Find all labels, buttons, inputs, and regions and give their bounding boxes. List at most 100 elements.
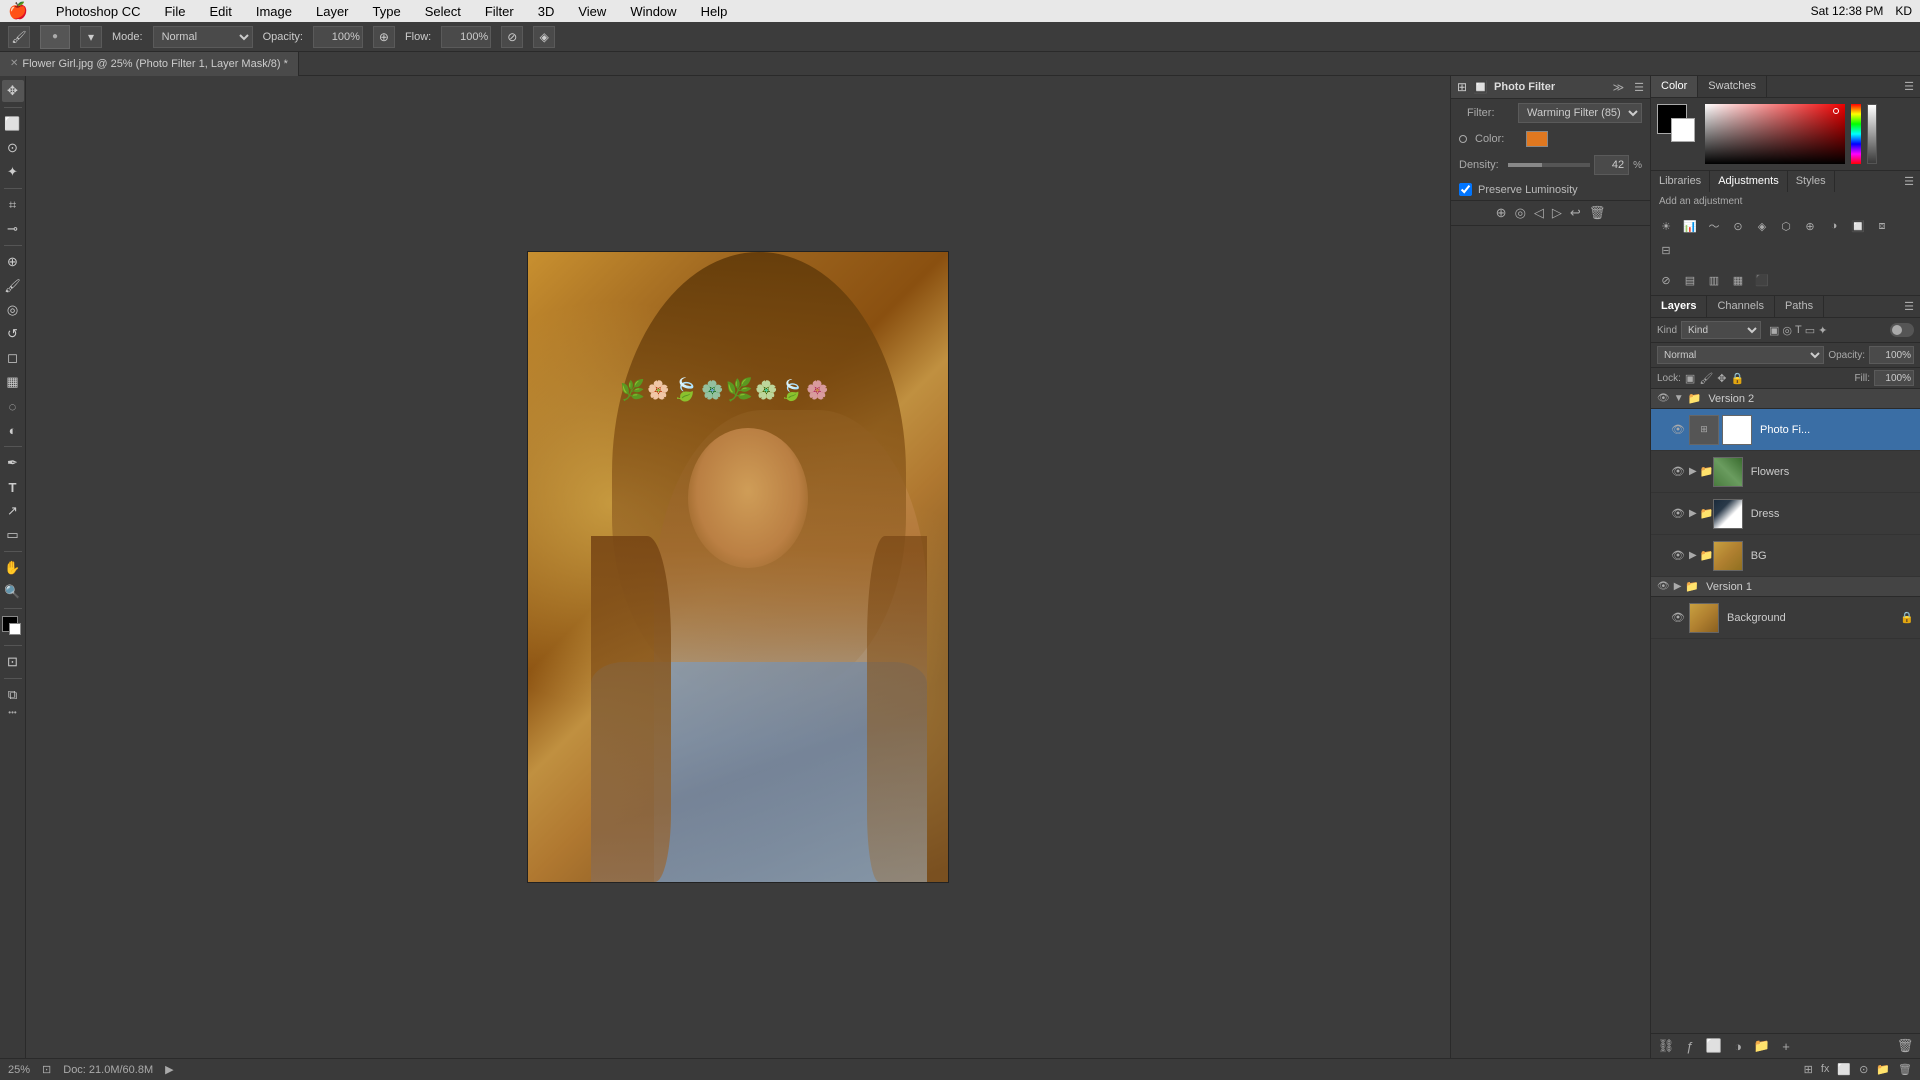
eraser-tool[interactable]: ◻	[2, 347, 24, 369]
lock-all-btn[interactable]: 🔒	[1731, 372, 1745, 385]
filter-toggle[interactable]	[1890, 323, 1914, 337]
layers-kind-select[interactable]: Kind	[1681, 321, 1761, 339]
history-brush-tool[interactable]: ↺	[2, 323, 24, 345]
preserve-luminosity-checkbox[interactable]	[1459, 183, 1472, 196]
tab-styles[interactable]: Styles	[1788, 171, 1835, 192]
layer-dress[interactable]: 👁 ▶ 📁 Dress	[1651, 493, 1920, 535]
flow-input[interactable]	[441, 26, 491, 48]
exposure-btn[interactable]: ⊙	[1727, 215, 1749, 237]
crop-tool[interactable]: ⌗	[2, 194, 24, 216]
bw-btn[interactable]: ◑	[1823, 215, 1845, 237]
status-icon-3[interactable]: ⊙	[1859, 1063, 1868, 1076]
tab-adjustments[interactable]: Adjustments	[1710, 171, 1788, 192]
status-icon-4[interactable]: 📁	[1876, 1063, 1890, 1076]
filter-text-icon[interactable]: T	[1795, 324, 1802, 337]
filter-smart-icon[interactable]: ✦	[1818, 324, 1827, 337]
document-tab[interactable]: ✕ Flower Girl.jpg @ 25% (Photo Filter 1,…	[0, 52, 299, 76]
flowers-eye[interactable]: 👁	[1671, 465, 1685, 478]
delete-layer-btn[interactable]: 🗑	[1896, 1038, 1914, 1054]
color-gradient[interactable]	[1705, 104, 1845, 164]
lock-image-btn[interactable]: 🖌	[1699, 372, 1713, 385]
brush-size-preview[interactable]: ●	[40, 25, 70, 49]
doc-info-arrow[interactable]: ▶	[165, 1063, 173, 1076]
blend-mode-select[interactable]: Normal	[1657, 346, 1824, 364]
quick-select-tool[interactable]: ✦	[2, 161, 24, 183]
menu-edit[interactable]: Edit	[205, 3, 235, 20]
background-swatch[interactable]	[1671, 118, 1695, 142]
lock-transparent-btn[interactable]: ▣	[1685, 372, 1695, 385]
menu-help[interactable]: Help	[697, 3, 732, 20]
background-eye[interactable]: 👁	[1671, 611, 1685, 624]
vibrance-btn[interactable]: ◈	[1751, 215, 1773, 237]
new-fill-adj-btn[interactable]: ◑	[1729, 1039, 1747, 1054]
layer-group-version1[interactable]: 👁 ▶ 📁 Version 1	[1651, 577, 1920, 597]
menu-filter[interactable]: Filter	[481, 3, 518, 20]
screen-mode[interactable]: ⧉	[2, 684, 24, 706]
adjustments-menu[interactable]: ☰	[1898, 171, 1920, 192]
color-transparency-strip[interactable]	[1867, 104, 1877, 164]
properties-menu-btn[interactable]: ☰	[1634, 81, 1644, 94]
clone-stamp-tool[interactable]: ◎	[2, 299, 24, 321]
layer-group-version2[interactable]: 👁 ▼ 📁 Version 2	[1651, 389, 1920, 409]
dodge-tool[interactable]: ◐	[2, 419, 24, 441]
prop-prev-btn[interactable]: ◁	[1534, 205, 1544, 221]
status-icon-5[interactable]: 🗑	[1898, 1063, 1912, 1076]
channel-mixer-btn[interactable]: ⧈	[1871, 215, 1893, 237]
zoom-fit-icon[interactable]: ⊡	[42, 1063, 51, 1076]
prop-delete-btn[interactable]: 🗑	[1589, 205, 1606, 221]
layer-bg[interactable]: 👁 ▶ 📁 BG	[1651, 535, 1920, 577]
status-icon-1[interactable]: ⊞	[1804, 1063, 1813, 1076]
color-hue-strip[interactable]	[1851, 104, 1861, 164]
dress-eye[interactable]: 👁	[1671, 507, 1685, 520]
mode-select[interactable]: Normal	[153, 26, 253, 48]
text-tool[interactable]: T	[2, 476, 24, 498]
more-tools[interactable]: •••	[8, 708, 16, 717]
status-icon-2[interactable]: ⬜	[1837, 1063, 1851, 1076]
tab-swatches[interactable]: Swatches	[1698, 76, 1767, 97]
prop-view-btn[interactable]: ◎	[1515, 205, 1526, 221]
prop-clip-btn[interactable]: ⊕	[1496, 205, 1507, 221]
layer-style-btn[interactable]: ƒ	[1681, 1039, 1699, 1054]
menu-3d[interactable]: 3D	[534, 3, 559, 20]
menu-file[interactable]: File	[160, 3, 189, 20]
zoom-tool[interactable]: 🔍	[2, 581, 24, 603]
brush-picker-btn[interactable]: ▾	[80, 26, 102, 48]
pen-tool[interactable]: ✒	[2, 452, 24, 474]
flow-pressure-btn[interactable]: ⊘	[501, 26, 523, 48]
new-group-btn[interactable]: 📁	[1753, 1038, 1771, 1054]
menu-window[interactable]: Window	[626, 3, 680, 20]
version2-eye-btn[interactable]: 👁	[1657, 393, 1670, 404]
color-balance-btn[interactable]: ⊕	[1799, 215, 1821, 237]
new-layer-btn[interactable]: +	[1777, 1039, 1795, 1054]
filter-adj-icon[interactable]: ◎	[1782, 324, 1792, 337]
color-swatch[interactable]	[1526, 131, 1548, 147]
menu-type[interactable]: Type	[369, 3, 405, 20]
levels-btn[interactable]: 📊	[1679, 215, 1701, 237]
tab-layers[interactable]: Layers	[1651, 296, 1707, 317]
layer-flowers[interactable]: 👁 ▶ 📁 Flowers	[1651, 451, 1920, 493]
path-select-tool[interactable]: ↗	[2, 500, 24, 522]
gradient-tool[interactable]: ▦	[2, 371, 24, 393]
brush-tool[interactable]: 🖌	[2, 275, 24, 297]
prop-reset-btn[interactable]: ↩	[1570, 205, 1581, 221]
density-input[interactable]	[1594, 155, 1629, 175]
invert-btn[interactable]: ⊘	[1655, 269, 1677, 291]
filter-pixel-icon[interactable]: ▣	[1769, 324, 1779, 337]
quick-mask-mode[interactable]: ⊡	[2, 651, 24, 673]
menu-layer[interactable]: Layer	[312, 3, 353, 20]
move-tool[interactable]: ✥	[2, 80, 24, 102]
eyedropper-tool[interactable]: ⊸	[2, 218, 24, 240]
shape-tool[interactable]: ▭	[2, 524, 24, 546]
tab-close-btn[interactable]: ✕	[10, 58, 18, 69]
fg-bg-colors[interactable]	[2, 616, 24, 638]
menu-photoshop[interactable]: Photoshop CC	[52, 3, 145, 20]
color-panel-menu[interactable]: ☰	[1898, 76, 1920, 97]
brightness-contrast-btn[interactable]: ☀	[1655, 215, 1677, 237]
curves-btn[interactable]: 〜	[1703, 215, 1725, 237]
blur-tool[interactable]: ◌	[2, 395, 24, 417]
menu-view[interactable]: View	[574, 3, 610, 20]
lasso-tool[interactable]: ⊙	[2, 137, 24, 159]
healing-brush-tool[interactable]: ⊕	[2, 251, 24, 273]
brush-tool-icon[interactable]: 🖌	[8, 26, 30, 48]
background-color[interactable]	[9, 623, 21, 635]
